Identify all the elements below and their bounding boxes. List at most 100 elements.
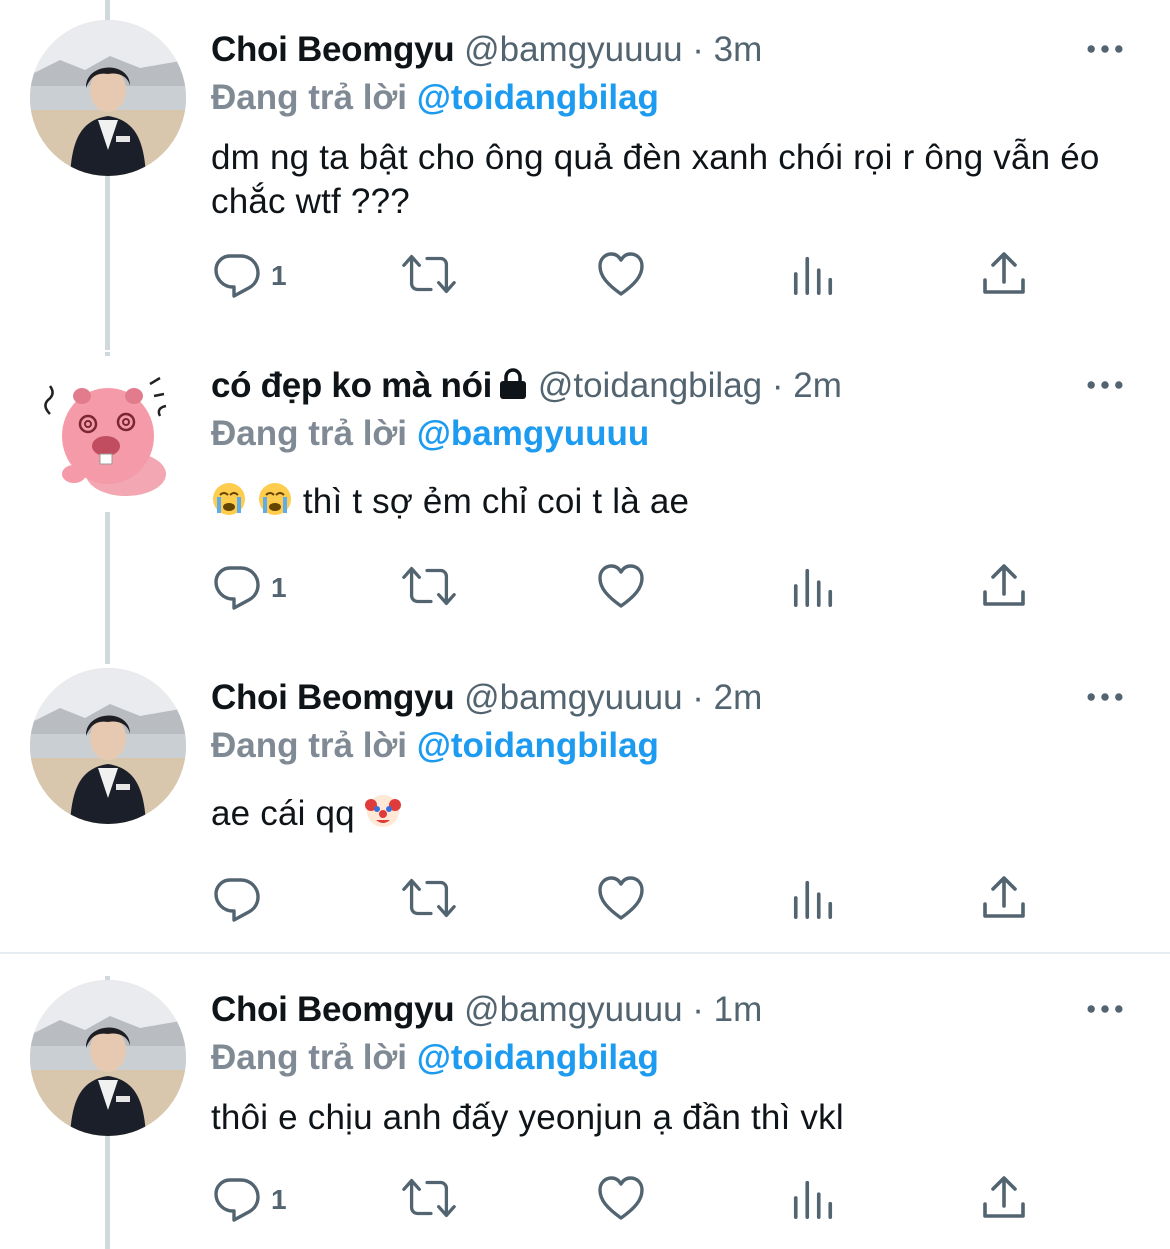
more-options-icon[interactable] xyxy=(1086,690,1124,704)
more-options-icon[interactable] xyxy=(1086,42,1124,56)
replying-label: Đang trả lời xyxy=(211,414,408,453)
avatar[interactable] xyxy=(30,20,186,176)
action-bar xyxy=(0,874,1170,934)
person-photo-icon xyxy=(30,20,186,176)
retweet-button[interactable] xyxy=(400,250,458,310)
tweet-header: Choi Beomgyu @bamgyuuuu · 2m xyxy=(211,676,762,720)
display-name[interactable]: Choi Beomgyu xyxy=(211,678,455,717)
tweet[interactable]: Choi Beomgyu @bamgyuuuu · 1m Đang trả lờ… xyxy=(0,980,1170,1249)
action-bar: 1 xyxy=(0,250,1170,310)
heart-icon xyxy=(597,562,645,610)
display-name[interactable]: Choi Beomgyu xyxy=(211,990,455,1029)
reply-icon xyxy=(213,1174,261,1222)
views-icon xyxy=(790,562,836,610)
share-button[interactable] xyxy=(980,1174,1028,1234)
separator-dot: · xyxy=(692,30,704,69)
views-icon xyxy=(790,874,836,922)
separator-dot: · xyxy=(692,678,704,717)
avatar[interactable] xyxy=(30,356,186,512)
action-bar: 1 xyxy=(0,1174,1170,1234)
timestamp[interactable]: 2m xyxy=(793,366,842,405)
share-button[interactable] xyxy=(980,874,1028,934)
tweet-header: Choi Beomgyu @bamgyuuuu · 1m xyxy=(211,988,762,1032)
avatar[interactable] xyxy=(30,668,186,824)
reply-button[interactable] xyxy=(213,874,303,934)
like-button[interactable] xyxy=(597,1174,645,1234)
replying-to: Đang trả lời @toidangbilag xyxy=(211,1036,659,1080)
tweet[interactable]: Choi Beomgyu @bamgyuuuu · 3m Đang trả lờ… xyxy=(0,20,1170,330)
share-icon xyxy=(980,874,1028,922)
reply-icon xyxy=(213,874,261,922)
heart-icon xyxy=(597,250,645,298)
tweet-header: có đẹp ko mà nói @toidangbilag · 2m xyxy=(211,364,842,408)
heart-icon xyxy=(597,1174,645,1222)
reply-button[interactable]: 1 xyxy=(213,1174,303,1234)
views-icon xyxy=(790,250,836,298)
tweet-divider xyxy=(0,952,1170,954)
share-icon xyxy=(980,562,1028,610)
retweet-icon xyxy=(400,1174,458,1222)
heart-icon xyxy=(597,874,645,922)
views-icon xyxy=(790,1174,836,1222)
retweet-button[interactable] xyxy=(400,874,458,934)
retweet-icon xyxy=(400,874,458,922)
like-button[interactable] xyxy=(597,874,645,934)
tweet-header: Choi Beomgyu @bamgyuuuu · 3m xyxy=(211,28,762,72)
views-button[interactable] xyxy=(790,250,836,310)
tweet-text-line: thì t sợ ẻm chỉ coi t là ae xyxy=(211,480,1111,524)
separator-dot: · xyxy=(771,366,784,405)
crying-face-icon xyxy=(213,483,245,515)
person-photo-icon xyxy=(30,668,186,824)
timestamp[interactable]: 3m xyxy=(714,30,763,69)
like-button[interactable] xyxy=(597,250,645,310)
reply-count: 1 xyxy=(271,572,287,603)
separator-dot: · xyxy=(692,990,704,1029)
person-photo-icon xyxy=(30,980,186,1136)
reply-button[interactable]: 1 xyxy=(213,250,303,310)
avatar[interactable] xyxy=(30,980,186,1136)
replying-handle-link[interactable]: @toidangbilag xyxy=(417,78,659,117)
replying-handle-link[interactable]: @toidangbilag xyxy=(417,726,659,765)
user-handle[interactable]: @bamgyuuuu xyxy=(464,990,682,1029)
replying-handle-link[interactable]: @toidangbilag xyxy=(417,1038,659,1077)
share-button[interactable] xyxy=(980,250,1028,310)
share-icon xyxy=(980,250,1028,298)
replying-to: Đang trả lời @toidangbilag xyxy=(211,76,659,120)
views-button[interactable] xyxy=(790,562,836,622)
like-button[interactable] xyxy=(597,562,645,622)
retweet-button[interactable] xyxy=(400,562,458,622)
tweet-text: thì t sợ ẻm chỉ coi t là ae xyxy=(302,482,690,521)
tweet[interactable]: Choi Beomgyu @bamgyuuuu · 2m Đang trả lờ… xyxy=(0,668,1170,948)
views-button[interactable] xyxy=(790,1174,836,1234)
reply-count: 1 xyxy=(271,260,287,291)
reply-count: 1 xyxy=(271,1184,287,1215)
tweet[interactable]: có đẹp ko mà nói @toidangbilag · 2m Đang… xyxy=(0,356,1170,656)
reply-icon xyxy=(213,250,261,298)
timestamp[interactable]: 1m xyxy=(714,990,763,1029)
share-button[interactable] xyxy=(980,562,1028,622)
user-handle[interactable]: @bamgyuuuu xyxy=(464,678,682,717)
tweet-text: ae cái qq xyxy=(211,794,355,833)
display-name[interactable]: có đẹp ko mà nói xyxy=(211,366,492,405)
views-button[interactable] xyxy=(790,874,836,934)
user-handle[interactable]: @bamgyuuuu xyxy=(464,30,682,69)
replying-to: Đang trả lời @bamgyuuuu xyxy=(211,412,649,456)
action-bar: 1 xyxy=(0,562,1170,622)
lock-icon xyxy=(500,368,527,399)
replying-label: Đang trả lời xyxy=(211,1038,408,1077)
retweet-button[interactable] xyxy=(400,1174,458,1234)
replying-to: Đang trả lời @toidangbilag xyxy=(211,724,659,768)
tweet-text-line: ae cái qq xyxy=(211,792,1111,836)
more-options-icon[interactable] xyxy=(1086,1002,1124,1016)
display-name[interactable]: Choi Beomgyu xyxy=(211,30,455,69)
reply-button[interactable]: 1 xyxy=(213,562,303,622)
more-options-icon[interactable] xyxy=(1086,378,1124,392)
retweet-icon xyxy=(400,250,458,298)
tweet-text: thôi e chịu anh đấy yeonjun ạ đần thì vk… xyxy=(211,1098,844,1137)
user-handle[interactable]: @toidangbilag xyxy=(538,366,762,405)
timestamp[interactable]: 2m xyxy=(714,678,763,717)
replying-label: Đang trả lời xyxy=(211,726,408,765)
reply-icon xyxy=(213,562,261,610)
replying-handle-link[interactable]: @bamgyuuuu xyxy=(417,414,649,453)
pink-beaver-sticker-icon xyxy=(30,356,186,512)
